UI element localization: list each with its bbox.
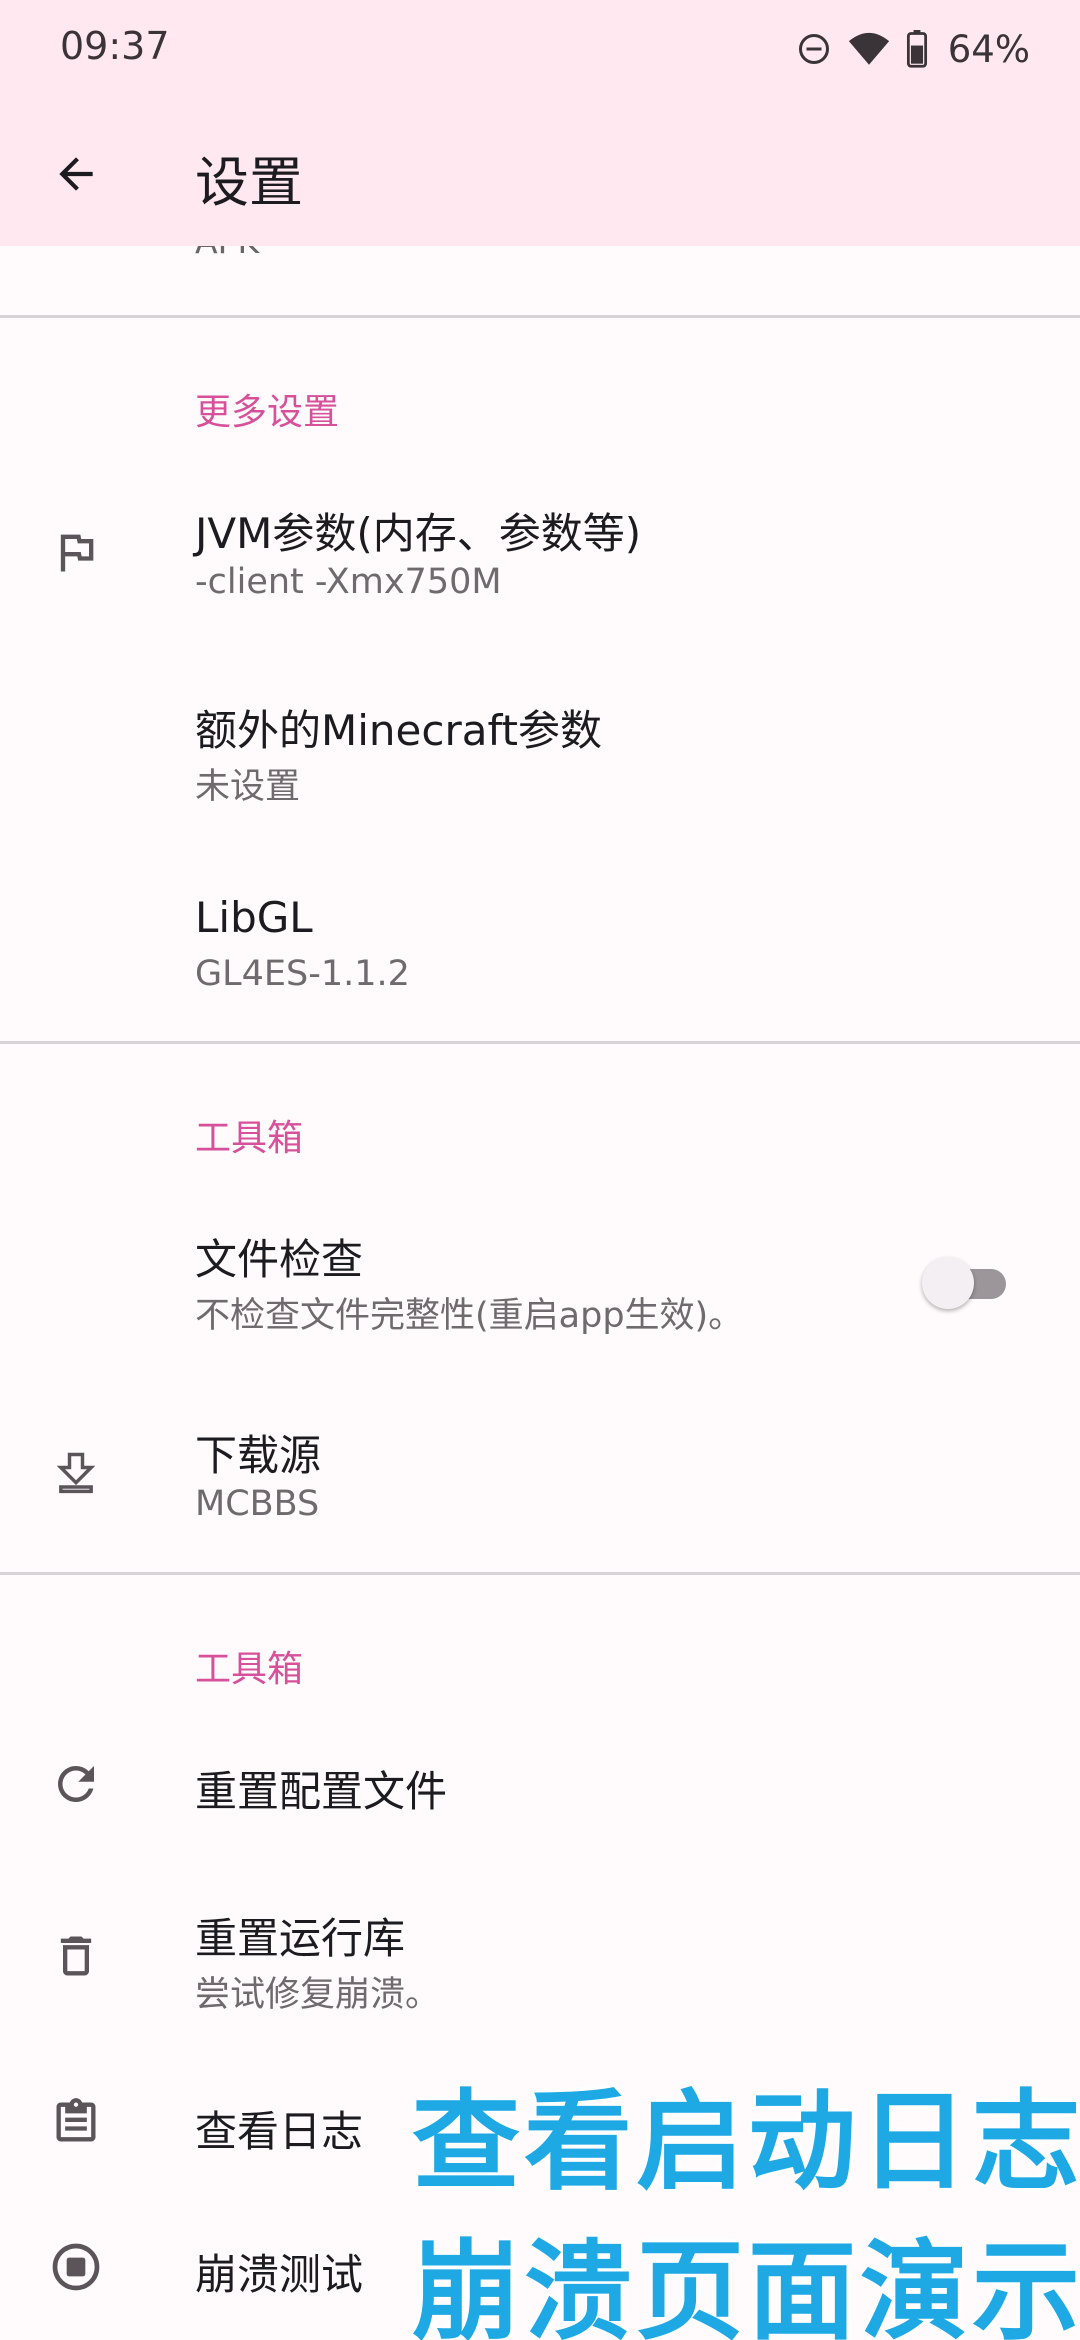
- list-item-subtitle: GL4ES-1.1.2: [195, 954, 410, 994]
- list-item-title: 文件检查: [195, 1235, 364, 1284]
- section-header-toolbox: 工具箱: [195, 1649, 304, 1690]
- list-item-title: 额外的Minecraft参数: [195, 706, 602, 755]
- list-item-title: 崩溃测试: [195, 2250, 364, 2299]
- battery-percent: 64%: [947, 27, 1030, 71]
- list-item-subtitle: 未设置: [195, 767, 301, 807]
- switch-thumb: [922, 1257, 974, 1309]
- list-item-title: 查看日志: [195, 2107, 364, 2156]
- overlay-caption-view-log: 查看启动日志: [412, 2080, 1080, 2205]
- divider: [0, 1572, 1080, 1575]
- section-header-toolbox: 工具箱: [195, 1118, 304, 1159]
- status-time: 09:37: [60, 24, 170, 68]
- list-item-subtitle: MCBBS: [195, 1484, 320, 1524]
- do-not-disturb-icon: [796, 31, 832, 67]
- divider: [0, 1041, 1080, 1044]
- stop-circle-icon: [44, 2235, 108, 2299]
- download-icon: [44, 1442, 108, 1506]
- list-item-subtitle: 不检查文件完整性(重启app生效)。: [195, 1296, 744, 1336]
- file-check-switch[interactable]: [922, 1257, 1008, 1309]
- list-item-title: 重置运行库: [195, 1914, 406, 1963]
- list-item-title: 下载源: [195, 1431, 322, 1480]
- app-bar: 设置: [0, 100, 1080, 246]
- refresh-icon: [44, 1752, 108, 1816]
- list-item-title: 重置配置文件: [195, 1767, 448, 1816]
- battery-icon: [906, 30, 928, 68]
- wifi-icon: [848, 31, 890, 67]
- page-title: 设置: [195, 151, 303, 214]
- list-item-subtitle: 尝试修复崩溃。: [195, 1975, 441, 2015]
- back-button[interactable]: [38, 136, 114, 212]
- list-item-title: JVM参数(内存、参数等): [195, 509, 642, 558]
- arrow-back-icon: [59, 157, 93, 191]
- divider: [0, 315, 1080, 318]
- overlay-caption-crash-demo: 崩溃页面演示: [412, 2230, 1080, 2340]
- section-header-more: 更多设置: [195, 392, 340, 433]
- status-bar: 09:37 64%: [0, 0, 1080, 100]
- list-item-title: LibGL: [195, 893, 313, 942]
- flag-icon: [44, 520, 108, 584]
- delete-icon: [44, 1924, 108, 1988]
- status-icons: 64%: [796, 24, 1030, 74]
- clipboard-icon: [44, 2090, 108, 2154]
- list-item-subtitle: -client -Xmx750M: [195, 562, 502, 602]
